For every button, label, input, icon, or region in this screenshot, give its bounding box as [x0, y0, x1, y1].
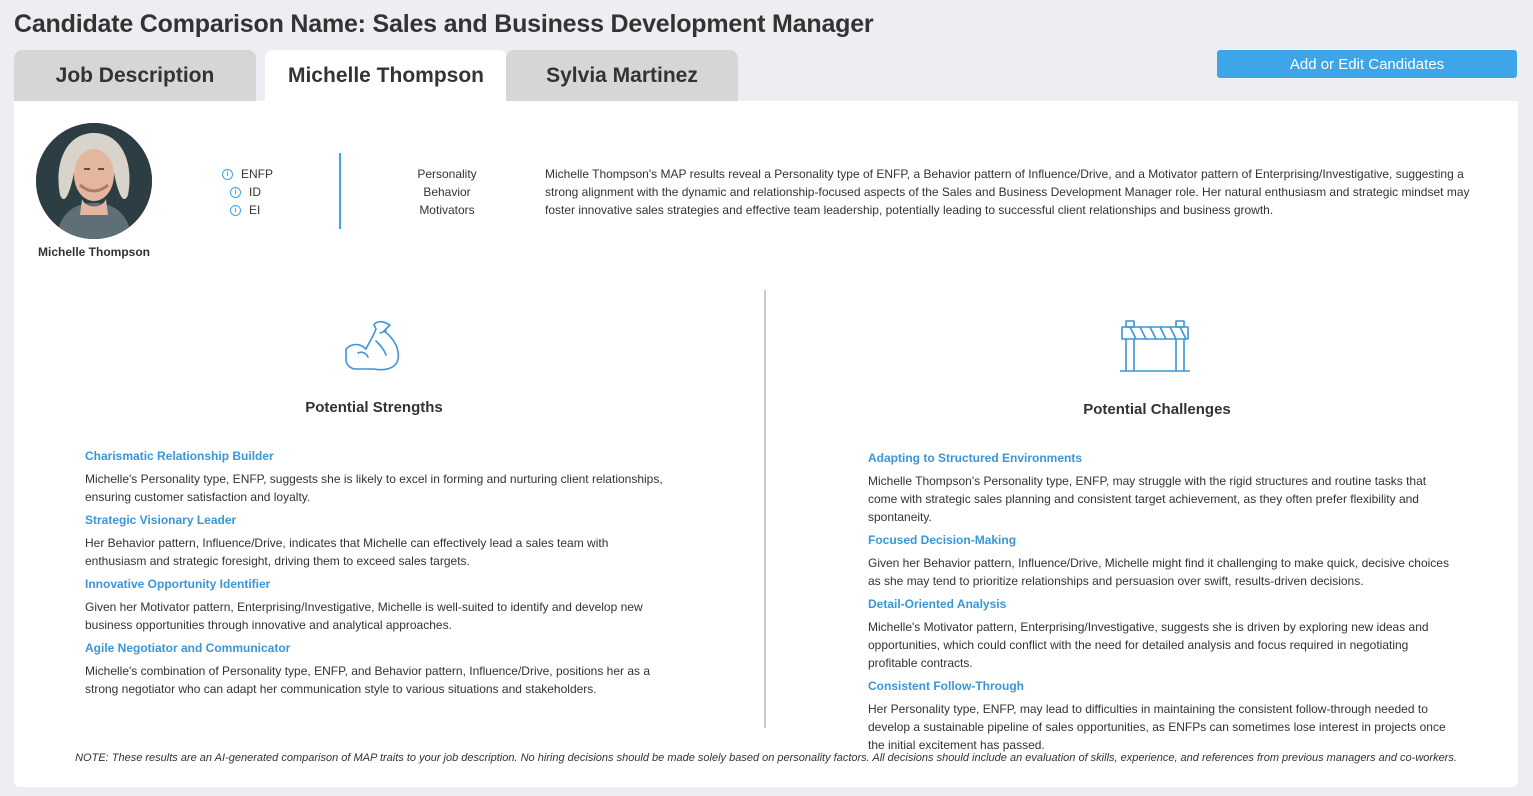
info-icon[interactable]: i — [230, 186, 241, 198]
info-icon[interactable]: i — [222, 168, 233, 180]
trait-value: ENFP — [241, 167, 274, 181]
challenge-description: Michelle's Motivator pattern, Enterprisi… — [868, 620, 1429, 670]
barrier-icon — [1120, 319, 1194, 380]
trait-value: EI — [249, 203, 261, 217]
strengths-title: Potential Strengths — [305, 399, 443, 416]
page-title: Candidate Comparison Name: Sales and Bus… — [14, 10, 874, 38]
challenges-title: Potential Challenges — [1083, 401, 1231, 418]
info-icon[interactable]: i — [230, 204, 241, 216]
strengths-list: Charismatic Relationship Builder Michell… — [85, 447, 670, 703]
challenge-description: Given her Behavior pattern, Influence/Dr… — [868, 556, 1449, 588]
strength-description: Michelle's Personality type, ENFP, sugge… — [85, 472, 663, 504]
candidate-panel: Michelle Thompson i ENFP i ID i EI Perso… — [14, 101, 1518, 787]
trait-row-behavior: i ID — [222, 183, 273, 201]
trait-divider — [339, 153, 341, 229]
disclaimer-note: NOTE: These results are an AI-generated … — [75, 752, 1457, 764]
trait-category: Behavior — [423, 185, 471, 199]
add-edit-candidates-button[interactable]: Add or Edit Candidates — [1217, 50, 1517, 78]
strength-description: Michelle's combination of Personality ty… — [85, 664, 651, 696]
strength-description: Given her Motivator pattern, Enterprisin… — [85, 600, 643, 632]
challenge-title: Adapting to Structured Environments — [868, 451, 1083, 465]
trait-categories: Personality Behavior Motivators — [397, 165, 497, 219]
challenge-title: Focused Decision-Making — [868, 533, 1017, 547]
candidate-name: Michelle Thompson — [37, 245, 150, 259]
trait-category: Motivators — [419, 203, 475, 217]
strength-title: Innovative Opportunity Identifier — [85, 577, 271, 591]
trait-values: i ENFP i ID i EI — [222, 165, 273, 219]
avatar — [36, 123, 152, 239]
trait-row-motivators: i EI — [222, 201, 273, 219]
challenge-description: Her Personality type, ENFP, may lead to … — [868, 702, 1446, 752]
challenges-list: Adapting to Structured Environments Mich… — [868, 449, 1458, 759]
tab-sylvia-martinez[interactable]: Sylvia Martinez — [506, 50, 738, 101]
challenge-description: Michelle Thompson's Personality type, EN… — [868, 474, 1427, 524]
candidate-summary: Michelle Thompson's MAP results reveal a… — [545, 167, 1470, 217]
column-divider — [764, 290, 766, 728]
challenge-title: Detail-Oriented Analysis — [868, 597, 1007, 611]
strength-description: Her Behavior pattern, Influence/Drive, i… — [85, 536, 609, 568]
strength-title: Strategic Visionary Leader — [85, 513, 237, 527]
challenge-title: Consistent Follow-Through — [868, 679, 1024, 693]
flexed-arm-icon — [344, 319, 402, 378]
strength-title: Agile Negotiator and Communicator — [85, 641, 291, 655]
trait-category: Personality — [417, 167, 477, 181]
tab-michelle-thompson[interactable]: Michelle Thompson — [265, 50, 507, 102]
trait-row-personality: i ENFP — [222, 165, 273, 183]
trait-value: ID — [249, 185, 261, 199]
tab-job-description[interactable]: Job Description — [14, 50, 256, 101]
strength-title: Charismatic Relationship Builder — [85, 449, 274, 463]
